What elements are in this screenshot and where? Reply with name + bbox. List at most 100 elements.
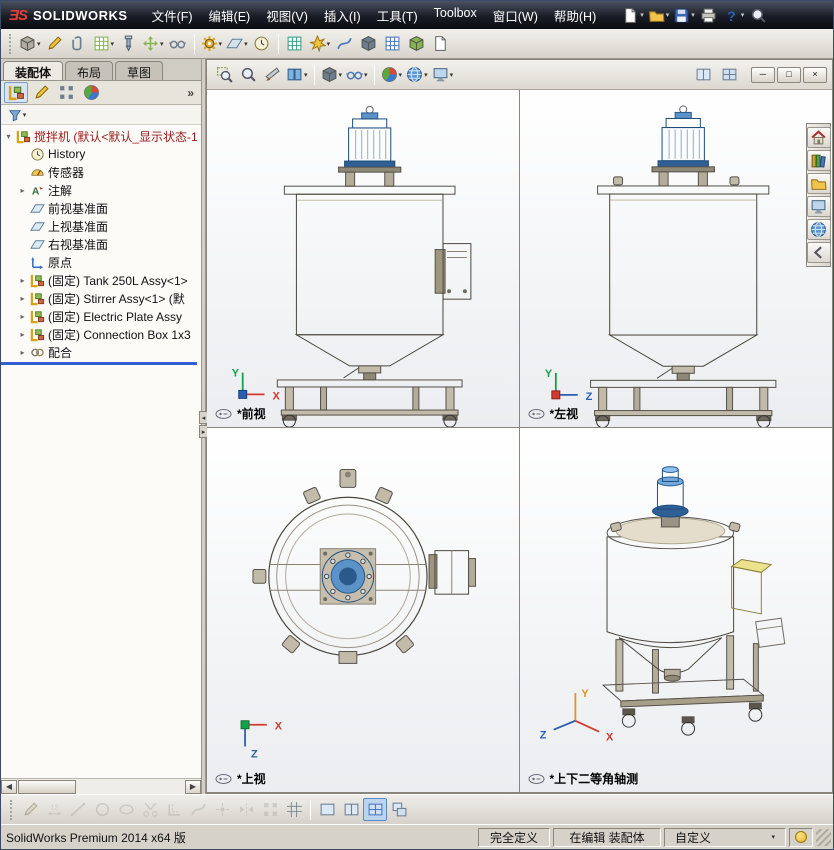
tree-item[interactable]: ▸ (固定) Connection Box 1x3 (1, 325, 201, 343)
dropdown-arrow-icon[interactable]: ▾ (666, 11, 670, 19)
tree-item[interactable]: 前视基准面 (1, 199, 201, 217)
rollback-bar[interactable] (1, 362, 197, 365)
dropdown-arrow-icon[interactable]: ▾ (424, 71, 428, 79)
tree-item-root[interactable]: ▾ 搅拌机 (默认<默认_显示状态-1 (1, 127, 201, 145)
point-icon[interactable] (210, 798, 234, 821)
tab-layout[interactable]: 布局 (65, 61, 114, 80)
sketch-icon[interactable] (18, 798, 42, 821)
dropdown-arrow-icon[interactable]: ▾ (640, 11, 644, 19)
reference-geometry-icon[interactable]: ▾ (224, 32, 250, 55)
mirror-entities-icon[interactable] (234, 798, 258, 821)
view-orientation-icon[interactable]: ▾ (284, 63, 310, 86)
dropdown-arrow-icon[interactable]: ▾ (111, 40, 115, 48)
section-view-icon[interactable] (260, 63, 284, 86)
search-icon[interactable] (746, 4, 770, 27)
viewport-iso[interactable]: Y X Z *上下二等角轴测 (519, 428, 833, 793)
tree-item[interactable]: 原点 (1, 253, 201, 271)
instant3d-icon[interactable] (404, 32, 428, 55)
close-window-button[interactable]: × (803, 66, 827, 83)
panel-horizontal-scrollbar[interactable]: ◀ ▶ (1, 778, 201, 794)
menu-edit[interactable]: 编辑(E) (201, 3, 259, 28)
smart-dimension-icon[interactable] (42, 798, 66, 821)
convert-entities-icon[interactable] (162, 798, 186, 821)
tab-assembly[interactable]: 装配体 (3, 61, 64, 80)
menu-insert[interactable]: 插入(I) (316, 3, 369, 28)
view-palette-icon[interactable] (806, 196, 831, 217)
dropdown-arrow-icon[interactable]: ▾ (691, 11, 695, 19)
viewport-top[interactable]: X Z *上视 (207, 428, 520, 793)
viewport-left[interactable]: Y Z *左视 (519, 90, 833, 428)
mate-icon[interactable] (67, 32, 91, 55)
expand-arrow-icon[interactable]: ▸ (18, 186, 27, 195)
status-custom-menu[interactable]: 自定义 ▾ (664, 827, 786, 847)
menu-view[interactable]: 视图(V) (258, 3, 316, 28)
viewport-canvas-left[interactable]: Y Z (520, 90, 833, 427)
scroll-left-icon[interactable]: ◀ (1, 779, 17, 794)
quick-tips-button[interactable] (789, 827, 813, 847)
tree-item[interactable]: ▸ (固定) Electric Plate Assy (1, 307, 201, 325)
print-document-icon[interactable] (697, 4, 721, 27)
assembly-features-icon[interactable]: ▾ (199, 32, 225, 55)
smart-fasteners-icon[interactable] (116, 32, 140, 55)
open-document-icon[interactable]: ▾ (646, 4, 672, 27)
collapse-taskpane-icon[interactable] (806, 242, 831, 263)
zoom-to-area-icon[interactable] (212, 63, 236, 86)
tree-filter-button[interactable]: ▾ (5, 106, 29, 124)
featuremanager-tab-icon[interactable] (4, 82, 28, 103)
solidworks-resources-icon[interactable] (806, 127, 831, 148)
new-document-icon[interactable]: ▾ (620, 4, 646, 27)
expand-arrow-icon[interactable]: ▸ (18, 348, 27, 357)
tree-item[interactable]: 右视基准面 (1, 235, 201, 253)
show-hidden-components-icon[interactable] (166, 32, 190, 55)
viewport-layout-icon[interactable] (717, 63, 741, 86)
dropdown-arrow-icon[interactable]: ▾ (450, 71, 454, 79)
panel-splitter[interactable]: ◂ ▸ (199, 59, 208, 794)
four-view-icon[interactable] (363, 798, 387, 821)
scroll-right-icon[interactable]: ▶ (185, 779, 201, 794)
update-speedpak-icon[interactable] (428, 32, 452, 55)
save-document-icon[interactable]: ▾ (671, 4, 697, 27)
bill-of-materials-icon[interactable] (283, 32, 307, 55)
linear-sketch-pattern-icon[interactable] (258, 798, 282, 821)
tree-item[interactable]: 上视基准面 (1, 217, 201, 235)
hide-show-items-icon[interactable]: ▾ (344, 63, 370, 86)
dropdown-arrow-icon[interactable]: ▾ (219, 40, 223, 48)
viewport-canvas-top[interactable]: X Z (207, 428, 519, 792)
dropdown-arrow-icon[interactable]: ▾ (327, 40, 331, 48)
restore-window-button[interactable]: □ (777, 66, 801, 83)
view-settings-icon[interactable]: ▾ (430, 63, 456, 86)
expand-arrow-icon[interactable]: ▸ (18, 330, 27, 339)
tree-item[interactable]: 传感器 (1, 163, 201, 181)
move-component-icon[interactable]: ▾ (140, 32, 166, 55)
edit-component-icon[interactable] (43, 32, 67, 55)
tree-item[interactable]: History (1, 145, 201, 163)
tree-item[interactable]: ▸ (固定) Tank 250L Assy<1> (1, 271, 201, 289)
dropdown-arrow-icon[interactable]: ▾ (753, 833, 775, 841)
viewport-canvas-front[interactable]: Y X (207, 90, 519, 427)
menu-file[interactable]: 文件(F) (144, 3, 201, 28)
ellipse-icon[interactable] (114, 798, 138, 821)
dropdown-arrow-icon[interactable]: ▾ (364, 71, 368, 79)
display-style-icon[interactable]: ▾ (319, 63, 345, 86)
explode-line-sketch-icon[interactable] (332, 32, 356, 55)
appearances-scenes-icon[interactable] (806, 219, 831, 240)
viewport-front[interactable]: Y X *前视 (207, 90, 520, 428)
displaymanager-tab-icon[interactable] (79, 82, 103, 103)
link-views-icon[interactable] (387, 798, 411, 821)
dropdown-arrow-icon[interactable]: ▾ (160, 40, 164, 48)
configurationmanager-tab-icon[interactable] (54, 82, 78, 103)
apply-scene-icon[interactable]: ▾ (404, 63, 430, 86)
viewport-canvas-iso[interactable]: Y X Z (520, 428, 833, 792)
tree-item[interactable]: ▸ 注解 (1, 181, 201, 199)
tab-sketch[interactable]: 草图 (115, 61, 164, 80)
assembly-visualization-icon[interactable] (380, 32, 404, 55)
dropdown-arrow-icon[interactable]: ▾ (23, 111, 27, 119)
zoom-to-fit-icon[interactable] (236, 63, 260, 86)
dropdown-arrow-icon[interactable]: ▾ (37, 40, 41, 48)
dropdown-arrow-icon[interactable]: ▾ (399, 71, 403, 79)
menu-tools[interactable]: 工具(T) (369, 3, 426, 28)
dropdown-arrow-icon[interactable]: ▾ (339, 71, 343, 79)
spline-icon[interactable] (186, 798, 210, 821)
new-motion-study-icon[interactable] (250, 32, 274, 55)
interference-detection-icon[interactable] (356, 32, 380, 55)
